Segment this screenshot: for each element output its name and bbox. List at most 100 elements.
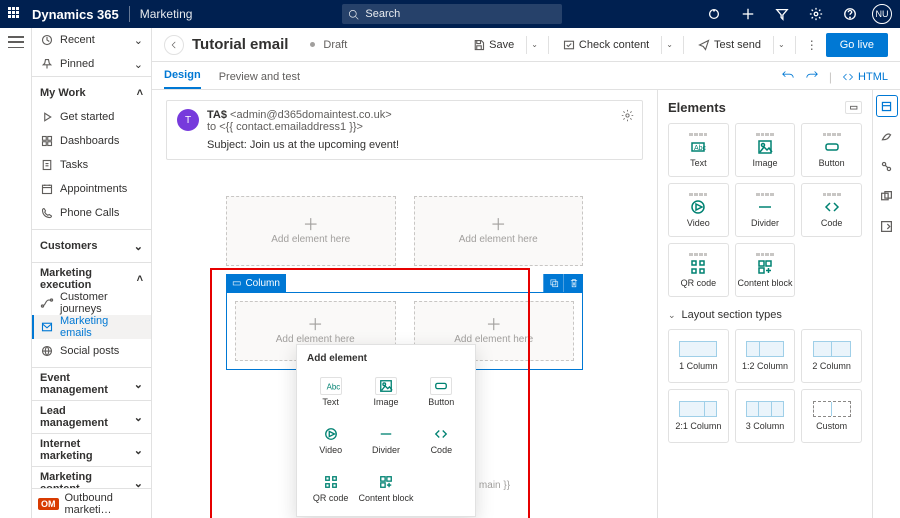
- toolbox-video[interactable]: Video: [668, 183, 729, 237]
- layout-1col[interactable]: 1 Column: [668, 329, 729, 383]
- drop-hint: Add element here: [454, 334, 533, 345]
- overflow-button[interactable]: ⋮: [806, 38, 818, 52]
- rail-layers[interactable]: [877, 186, 897, 206]
- toolbox-code[interactable]: Code: [801, 183, 862, 237]
- toolbox-text[interactable]: AbcText: [668, 123, 729, 177]
- designer-canvas: T TA$ <admin@d365domaintest.co.uk> to <{…: [152, 90, 657, 518]
- duplicate-button[interactable]: [543, 274, 563, 292]
- nav-dashboards[interactable]: Dashboards: [32, 129, 151, 153]
- rail-elements[interactable]: [877, 96, 897, 116]
- layout-2col[interactable]: 2 Column: [801, 329, 862, 383]
- nav-label: Tasks: [60, 159, 88, 171]
- user-avatar[interactable]: NU: [872, 4, 892, 24]
- nav-appointments[interactable]: Appointments: [32, 177, 151, 201]
- nav-pinned[interactable]: Pinned ⌄: [32, 52, 151, 76]
- nav-customer-journeys[interactable]: Customer journeys: [32, 291, 151, 315]
- plus-icon: ＋: [303, 218, 319, 234]
- settings-icon[interactable]: [804, 2, 828, 26]
- rail-collapse[interactable]: [877, 216, 897, 236]
- filter-icon[interactable]: [770, 2, 794, 26]
- save-split[interactable]: ⌄: [526, 36, 538, 54]
- svg-text:Abc: Abc: [326, 383, 340, 392]
- selection-tag[interactable]: ▭ Column: [226, 274, 286, 292]
- subject-value: Join us at the upcoming event!: [250, 139, 399, 151]
- delete-button[interactable]: [563, 274, 583, 292]
- help-icon[interactable]: [838, 2, 862, 26]
- test-send-button[interactable]: Test send: [694, 34, 765, 56]
- layout-1-2col[interactable]: 1:2 Column: [735, 329, 796, 383]
- layout-2-1col[interactable]: 2:1 Column: [668, 389, 729, 443]
- redo-button[interactable]: [805, 68, 819, 85]
- chevron-down-icon: ⌄: [134, 34, 143, 47]
- layout-label: 3 Column: [746, 421, 785, 431]
- nav-phone-calls[interactable]: Phone Calls: [32, 201, 151, 225]
- site-nav: Recent ⌄ Pinned ⌄ My Work ˄ Get started …: [32, 28, 152, 518]
- html-toggle[interactable]: HTML: [842, 71, 888, 83]
- drop-column[interactable]: ＋Add element here: [414, 196, 584, 266]
- toolbox-image[interactable]: Image: [735, 123, 796, 177]
- test-split[interactable]: ⌄: [773, 36, 785, 54]
- popup-item-video[interactable]: Video: [303, 416, 358, 464]
- mail-icon: [40, 320, 54, 334]
- search-icon: [348, 9, 359, 20]
- drop-column[interactable]: ＋Add element here: [226, 196, 396, 266]
- back-button[interactable]: [164, 35, 184, 55]
- nav-recent[interactable]: Recent ⌄: [32, 28, 151, 52]
- nav-get-started[interactable]: Get started: [32, 105, 151, 129]
- nav-social-posts[interactable]: Social posts: [32, 339, 151, 363]
- popup-item-divider[interactable]: Divider: [358, 416, 413, 464]
- task-icon: [40, 158, 54, 172]
- tab-preview[interactable]: Preview and test: [219, 71, 300, 89]
- toolbox-content-block[interactable]: Content block: [735, 243, 796, 297]
- subject-label: Subject:: [207, 139, 247, 151]
- area-switcher[interactable]: OM Outbound marketi… ⇅: [32, 488, 152, 518]
- undo-button[interactable]: [781, 68, 795, 85]
- app-launcher-icon[interactable]: [8, 7, 22, 21]
- main-content: Tutorial email Draft Save ⌄ Check conten…: [152, 28, 900, 518]
- nav-section-lead[interactable]: Lead management⌄: [32, 405, 151, 429]
- nav-label: Dashboards: [60, 135, 119, 147]
- global-search-input[interactable]: [363, 7, 556, 21]
- rail-links[interactable]: [877, 156, 897, 176]
- save-button[interactable]: Save: [469, 34, 518, 56]
- nav-section-mywork[interactable]: My Work ˄: [32, 81, 151, 105]
- tab-design[interactable]: Design: [164, 69, 201, 89]
- popup-label: Button: [428, 397, 454, 407]
- popup-item-qr[interactable]: QR code: [303, 464, 358, 512]
- layout-section-header[interactable]: ⌄Layout section types: [668, 309, 862, 321]
- nav-section-marketing-execution[interactable]: Marketing execution˄: [32, 267, 151, 291]
- toolbox-button[interactable]: Button: [801, 123, 862, 177]
- card-label: Code: [821, 218, 843, 228]
- clock-icon: [40, 33, 54, 47]
- go-live-button[interactable]: Go live: [826, 33, 888, 57]
- global-search[interactable]: [342, 4, 562, 24]
- nav-section-label: Customers: [40, 240, 97, 252]
- hamburger-icon[interactable]: [8, 36, 24, 48]
- card-label: Button: [819, 158, 845, 168]
- layout-3col[interactable]: 3 Column: [735, 389, 796, 443]
- nav-tasks[interactable]: Tasks: [32, 153, 151, 177]
- assistant-icon[interactable]: [702, 2, 726, 26]
- nav-label: Social posts: [60, 345, 119, 357]
- add-icon[interactable]: [736, 2, 760, 26]
- check-split[interactable]: ⌄: [661, 36, 673, 54]
- popup-item-content-block[interactable]: Content block: [358, 464, 413, 512]
- nav-section-event[interactable]: Event management⌄: [32, 372, 151, 396]
- gear-icon[interactable]: [621, 109, 634, 125]
- phone-icon: [40, 206, 54, 220]
- layout-custom[interactable]: Custom: [801, 389, 862, 443]
- toolbox-qr[interactable]: QR code: [668, 243, 729, 297]
- nav-section-label: Marketing execution: [40, 267, 131, 291]
- nav-section-customers[interactable]: Customers⌄: [32, 234, 151, 258]
- rail-styles[interactable]: [877, 126, 897, 146]
- plus-icon: ＋: [490, 218, 506, 234]
- popup-item-code[interactable]: Code: [414, 416, 469, 464]
- popup-item-text[interactable]: AbcText: [303, 368, 358, 416]
- popup-title: Add element: [303, 353, 469, 368]
- check-content-button[interactable]: Check content: [559, 34, 653, 56]
- toolbox-divider[interactable]: Divider: [735, 183, 796, 237]
- popup-item-button[interactable]: Button: [414, 368, 469, 416]
- nav-section-internet[interactable]: Internet marketing⌄: [32, 438, 151, 462]
- popup-item-image[interactable]: Image: [358, 368, 413, 416]
- nav-marketing-emails[interactable]: Marketing emails: [32, 315, 151, 339]
